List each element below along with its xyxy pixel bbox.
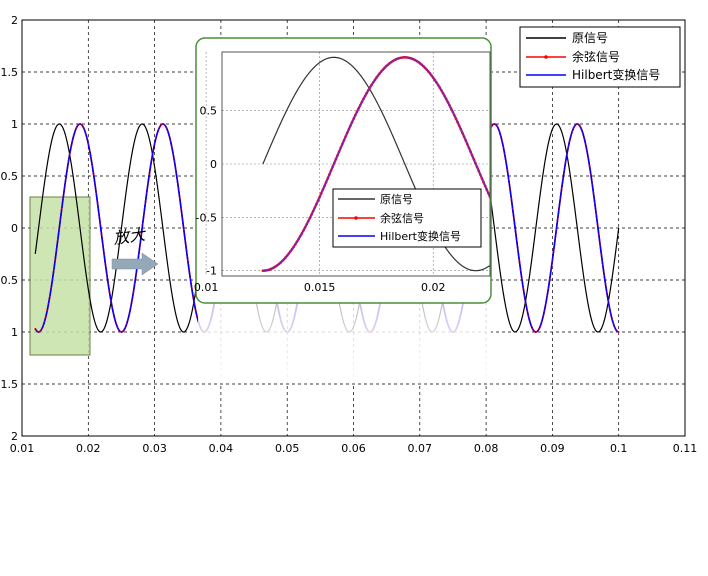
inset-legend-label-original: 原信号 [380,193,413,206]
y-tick-label: 1.5 [1,378,19,391]
x-tick-label: 0.1 [610,442,628,455]
inset-legend: 原信号 余弦信号 Hilbert变换信号 [332,188,482,248]
zoom-label: 放大 [112,224,148,248]
y-tick-label: 1.5 [1,66,19,79]
x-tick-label: 0.03 [142,442,167,455]
y-tick-label: 1 [11,118,18,131]
y-tick-label: 0 [11,222,18,235]
y-tick-label: 2 [11,14,18,27]
inset-zoom-panel: 0.01 0.015 0.02 0.5 0 -0.5 -1 原信号 余弦信号 Hilbert… [194,37,492,304]
inset-y-tick-label: 0 [210,158,217,171]
inset-y-tick-label: -1 [206,265,217,278]
legend-marker-cosine [544,55,548,59]
x-tick-label: 0.06 [341,442,366,455]
x-tick-label: 0.11 [673,442,698,455]
inset-y-tick-label: 0.5 [200,105,218,118]
inset-legend-label-cosine: 余弦信号 [380,211,424,225]
y-tick-label: 0.5 [1,274,19,287]
x-tick-label: 0.02 [76,442,101,455]
x-tick-label: 0.04 [209,442,234,455]
legend-label-cosine: 余弦信号 [572,49,620,64]
inset-y-tick-label: -0.5 [196,211,217,224]
main-legend: 原信号 余弦信号 Hilbert变换信号 [519,26,681,88]
zoom-arrow-icon [111,252,159,276]
inset-x-tick-label: 0.015 [304,281,336,294]
inset-legend-label-hilbert: Hilbert变换信号 [380,229,461,243]
inset-legend-marker-cosine [354,216,358,220]
x-tick-label: 0.09 [540,442,565,455]
x-tick-label: 0.07 [408,442,433,455]
y-tick-label: 2 [11,430,18,443]
x-tick-label: 0.01 [10,442,35,455]
legend-label-hilbert: Hilbert变换信号 [572,67,660,82]
y-tick-label: 0.5 [1,170,19,183]
inset-x-tick-label: 0.01 [194,281,219,294]
legend-label-original: 原信号 [572,31,608,45]
inset-x-tick-label: 0.02 [421,281,446,294]
chart-canvas: 0.01 0.02 0.03 0.04 0.05 0.06 0.07 0.08 0.09 0.1 0… [1,14,698,455]
x-tick-label: 0.05 [275,442,300,455]
inset-reflection [198,303,491,383]
y-tick-label: 1 [11,326,18,339]
x-tick-label: 0.08 [474,442,499,455]
